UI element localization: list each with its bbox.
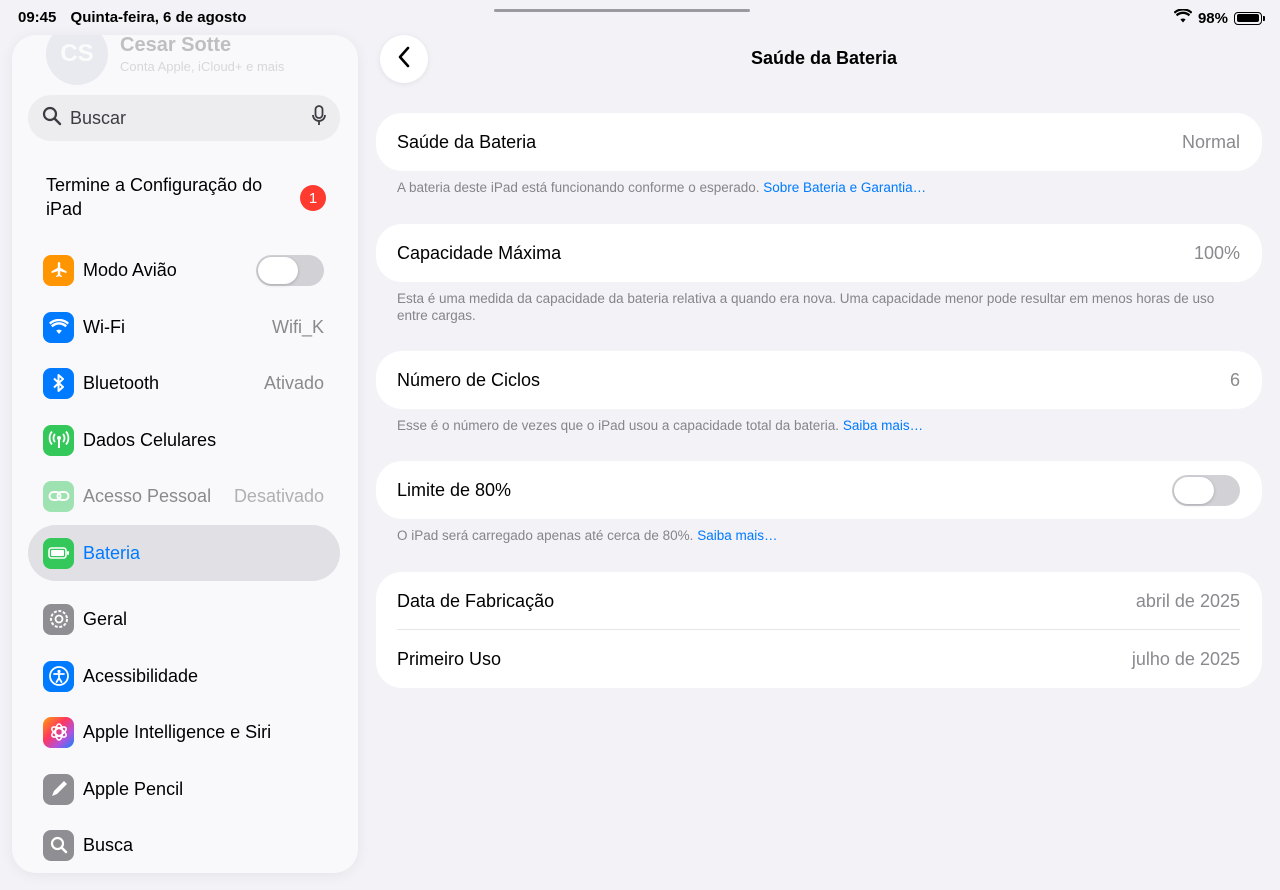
antenna-icon <box>43 424 74 456</box>
mic-icon[interactable] <box>312 104 326 132</box>
charge-limit-footnote: O iPad será carregado apenas até cerca d… <box>397 527 1247 544</box>
sidebar-item-label: Modo Avião <box>83 259 177 280</box>
row-value: 100% <box>1193 242 1240 263</box>
battery-dates-group: Data de Fabricação abril de 2025 Primeir… <box>376 572 1262 688</box>
apple-account-row[interactable]: CS Cesar Sotte Conta Apple, iCloud+ e ma… <box>46 35 284 85</box>
battery-health-row: Saúde da Bateria Normal <box>376 113 1262 171</box>
cycle-count-footnote: Esse é o número de vezes que o iPad usou… <box>397 417 1247 434</box>
hotspot-icon <box>43 480 74 512</box>
airplane-icon <box>43 254 74 286</box>
multitasking-grabber[interactable] <box>494 9 750 12</box>
sidebar-item-apple-intelligence[interactable]: Apple Intelligence e Siri <box>28 704 340 760</box>
search-input[interactable]: Buscar <box>70 108 312 129</box>
status-time: 09:45 <box>18 9 57 26</box>
footnote-text: Esse é o número de vezes que o iPad usou… <box>397 418 840 433</box>
sidebar-item-label: Apple Intelligence e Siri <box>83 721 272 742</box>
sidebar-item-label: Acessibilidade <box>83 665 199 686</box>
battery-health-footnote: A bateria deste iPad está funcionando co… <box>397 179 1247 196</box>
sidebar-item-label: Bateria <box>83 542 141 563</box>
magnifyingglass-icon <box>42 106 62 131</box>
sidebar-item-value: Wifi_K <box>271 316 324 337</box>
footnote-text: A bateria deste iPad está funcionando co… <box>397 180 760 195</box>
back-button[interactable] <box>380 35 428 83</box>
charge-limit-group: Limite de 80% <box>376 461 1262 519</box>
pencil-icon <box>43 773 74 805</box>
row-value: abril de 2025 <box>1135 590 1240 611</box>
learn-more-link[interactable]: Saiba mais… <box>843 418 923 433</box>
row-value: 6 <box>1229 369 1240 390</box>
row-value: Normal <box>1181 131 1240 152</box>
wifi-icon <box>43 311 74 343</box>
cycle-count-group: Número de Ciclos 6 <box>376 351 1262 409</box>
sidebar-item-value: Ativado <box>263 372 324 393</box>
battery-health-group: Saúde da Bateria Normal <box>376 113 1262 171</box>
sidebar-item-wifi[interactable]: Wi-Fi Wifi_K <box>28 299 340 355</box>
sidebar-item-label: Geral <box>83 608 128 629</box>
sidebar-item-search[interactable]: Busca <box>28 817 340 873</box>
sidebar-item-label: Dados Celulares <box>83 429 217 450</box>
charge-limit-toggle[interactable] <box>1172 474 1240 506</box>
sidebar-item-apple-pencil[interactable]: Apple Pencil <box>28 761 340 817</box>
cycle-count-row: Número de Ciclos 6 <box>376 351 1262 409</box>
sidebar-item-label: Busca <box>83 834 134 855</box>
row-value: julho de 2025 <box>1131 648 1240 669</box>
profile-name: Cesar Sotte <box>120 35 232 56</box>
profile-subtitle: Conta Apple, iCloud+ e mais <box>120 59 285 74</box>
max-capacity-footnote: Esta é uma medida da capacidade da bater… <box>397 291 1215 323</box>
sidebar-item-value: Desativado <box>233 485 324 506</box>
status-date: Quinta-feira, 6 de agosto <box>70 9 247 26</box>
wifi-status-icon <box>1173 8 1193 27</box>
chevron-left-icon <box>397 46 411 73</box>
bluetooth-icon <box>43 367 74 399</box>
sidebar-item-airplane-mode[interactable]: Modo Avião <box>28 242 340 298</box>
sidebar-item-label: Bluetooth <box>83 372 160 393</box>
sidebar: CS Cesar Sotte Conta Apple, iCloud+ e ma… <box>12 35 358 873</box>
sidebar-item-label: Apple Pencil <box>83 778 184 799</box>
sidebar-item-battery[interactable]: Bateria <box>28 525 340 581</box>
avatar: CS <box>46 35 108 85</box>
row-label: Limite de 80% <box>397 479 512 500</box>
learn-more-link[interactable]: Saiba mais… <box>697 528 777 543</box>
gear-icon <box>43 603 74 635</box>
row-label: Número de Ciclos <box>397 369 541 390</box>
page-title: Saúde da Bateria <box>750 48 898 68</box>
manufacture-date-row: Data de Fabricação abril de 2025 <box>376 572 1262 630</box>
sidebar-item-label: Wi-Fi <box>83 316 125 337</box>
siri-icon <box>43 716 74 748</box>
notification-badge: 1 <box>300 185 326 211</box>
finish-setup-label: Termine a Configuração do iPad <box>46 175 263 219</box>
finish-setup-row[interactable]: Termine a Configuração do iPad 1 <box>46 173 326 223</box>
airplane-mode-toggle[interactable] <box>256 254 324 286</box>
sidebar-item-accessibility[interactable]: Acessibilidade <box>28 648 340 704</box>
sidebar-item-bluetooth[interactable]: Bluetooth Ativado <box>28 355 340 411</box>
sidebar-item-label: Acesso Pessoal <box>83 485 212 506</box>
max-capacity-group: Capacidade Máxima 100% <box>376 224 1262 282</box>
charge-limit-row: Limite de 80% <box>376 461 1262 519</box>
search-icon <box>43 829 74 861</box>
row-label: Saúde da Bateria <box>397 131 537 152</box>
row-label: Primeiro Uso <box>397 648 502 669</box>
search-field[interactable]: Buscar <box>28 95 340 141</box>
accessibility-icon <box>43 660 74 692</box>
row-label: Capacidade Máxima <box>397 242 562 263</box>
battery-percent: 98% <box>1197 9 1228 27</box>
sidebar-item-general[interactable]: Geral <box>28 591 340 647</box>
row-label: Data de Fabricação <box>397 590 555 611</box>
max-capacity-row: Capacidade Máxima 100% <box>376 224 1262 282</box>
sidebar-item-cellular[interactable]: Dados Celulares <box>28 412 340 468</box>
battery-icon <box>43 537 74 569</box>
battery-warranty-link[interactable]: Sobre Bateria e Garantia… <box>763 180 926 195</box>
battery-status-icon <box>1234 11 1265 25</box>
status-bar: 09:45 Quinta-feira, 6 de agosto 98% <box>0 0 1280 34</box>
footnote-text: O iPad será carregado apenas até cerca d… <box>397 528 694 543</box>
first-use-row: Primeiro Uso julho de 2025 <box>376 630 1262 688</box>
sidebar-item-personal-hotspot[interactable]: Acesso Pessoal Desativado <box>28 468 340 524</box>
